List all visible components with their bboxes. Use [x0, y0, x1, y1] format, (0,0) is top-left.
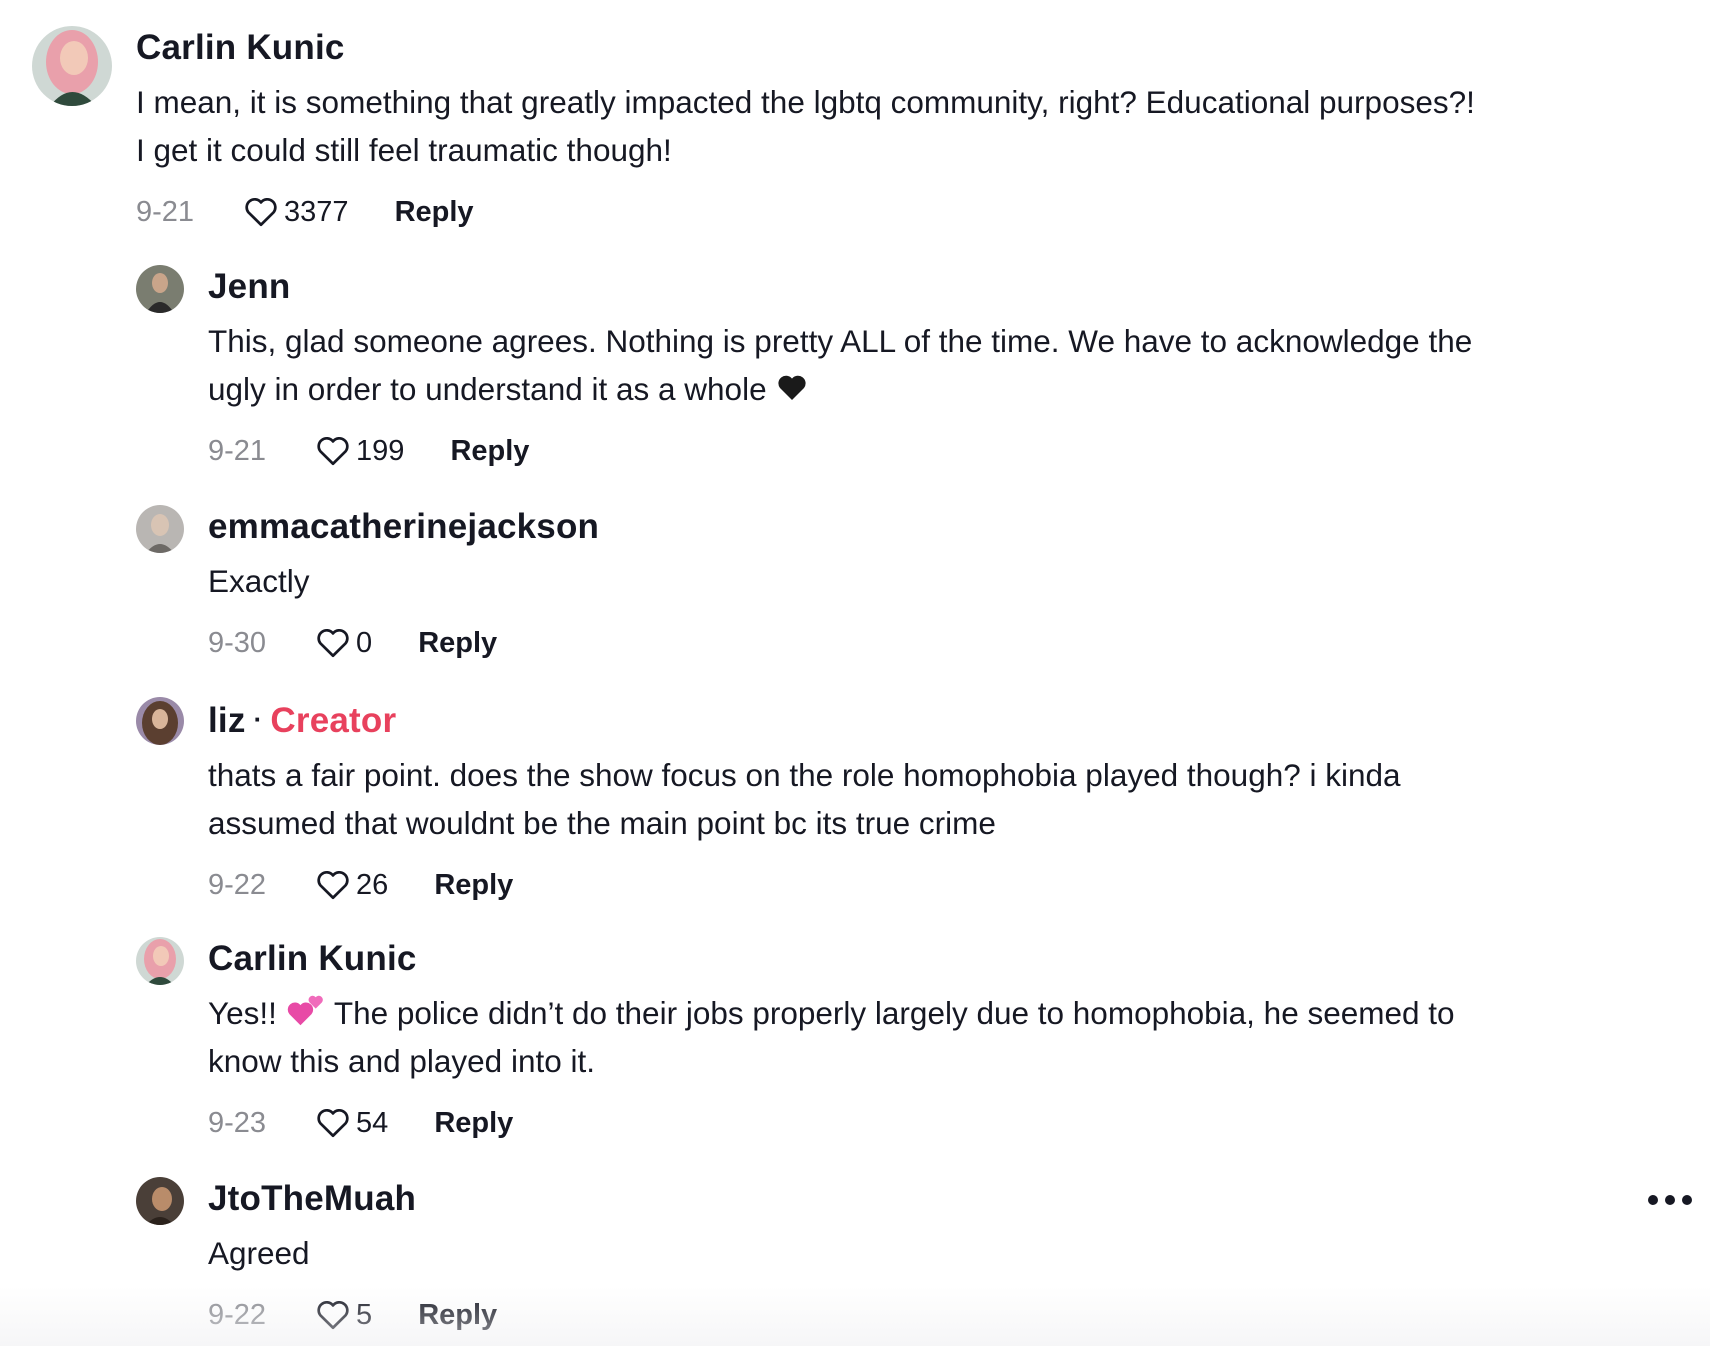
reply-button[interactable]: Reply	[450, 435, 529, 468]
reply-button[interactable]: Reply	[418, 1299, 497, 1332]
like-button[interactable]: 54	[314, 1105, 388, 1141]
like-button[interactable]: 26	[314, 867, 388, 903]
reply-text: Yes!! The police didn’t do their jobs pr…	[208, 989, 1455, 1085]
black-heart-emoji-icon	[778, 375, 806, 400]
reply-author[interactable]: JtoTheMuah	[208, 1177, 497, 1221]
like-count: 54	[356, 1106, 389, 1139]
creator-badge: Creator	[270, 701, 397, 740]
avatar[interactable]	[136, 697, 184, 745]
reply-date: 9-22	[208, 868, 267, 901]
avatar-image-icon	[136, 697, 184, 745]
reply-text: Exactly	[208, 557, 599, 605]
like-count: 3377	[284, 195, 349, 228]
reply-text-line: ugly in order to understand it as a whol…	[208, 365, 1472, 413]
reply-date: 9-23	[208, 1106, 267, 1139]
dot	[1648, 1195, 1658, 1205]
avatar[interactable]	[136, 265, 184, 313]
reply-meta: 9-21 199 Reply	[208, 431, 1472, 471]
like-button[interactable]: 0	[314, 625, 372, 661]
avatar-image-icon	[136, 265, 184, 313]
reply-author-row: liz · Creator	[208, 697, 1401, 743]
reply-text-span: Yes!!	[208, 995, 277, 1031]
reply-text-line: thats a fair point. does the show focus …	[208, 757, 1401, 793]
comment-date: 9-21	[136, 195, 195, 228]
dot	[1665, 1195, 1675, 1205]
reply-text-line: Exactly	[208, 563, 310, 599]
like-button[interactable]: 199	[314, 433, 404, 469]
reply-text-line: assumed that wouldnt be the main point b…	[208, 805, 996, 841]
avatar-image-icon	[136, 505, 184, 553]
reply-author[interactable]: Carlin Kunic	[208, 937, 1455, 981]
comment-content: Carlin Kunic I mean, it is something tha…	[136, 26, 1475, 232]
reply-text-line: This, glad someone agrees. Nothing is pr…	[208, 323, 1473, 359]
reply-author[interactable]: liz	[208, 701, 246, 740]
reply-text: thats a fair point. does the show focus …	[208, 751, 1401, 847]
reply-button[interactable]: Reply	[418, 627, 497, 660]
reply-date: 9-21	[208, 434, 267, 467]
reply-text-span: ugly in order to understand it as a whol…	[208, 371, 767, 407]
like-button[interactable]: 5	[314, 1297, 372, 1333]
like-count: 199	[356, 434, 405, 467]
reply-meta: 9-22 26 Reply	[208, 865, 1401, 905]
avatar[interactable]	[136, 937, 184, 985]
comment-text-line: I mean, it is something that greatly imp…	[136, 84, 1475, 120]
avatar[interactable]	[136, 1177, 184, 1225]
avatar-image-icon	[136, 937, 184, 985]
like-count: 26	[356, 868, 389, 901]
comment-text: I mean, it is something that greatly imp…	[136, 78, 1475, 174]
like-count: 5	[356, 1298, 373, 1331]
reply-text: Agreed	[208, 1229, 497, 1277]
reply-button[interactable]: Reply	[395, 196, 474, 229]
avatar-image-icon	[136, 1177, 184, 1225]
comment-meta: 9-21 3377 Reply	[136, 192, 1475, 232]
like-button[interactable]: 3377	[242, 194, 349, 230]
reply-meta: 9-30 0 Reply	[208, 623, 599, 663]
reply-meta: 9-22 5 Reply	[208, 1295, 497, 1335]
comment-text-line: I get it could still feel traumatic thou…	[136, 132, 672, 168]
two-hearts-emoji-icon	[287, 995, 323, 1026]
reply-content: liz · Creator thats a fair point. does the…	[208, 697, 1401, 905]
reply-text-line: Yes!! The police didn’t do their jobs pr…	[208, 989, 1455, 1037]
reply-meta: 9-23 54 Reply	[208, 1103, 1455, 1143]
reply-text-line: know this and played into it.	[208, 1043, 595, 1079]
heart-outline-icon	[317, 1301, 349, 1330]
avatar-image-icon	[32, 26, 112, 106]
heart-outline-icon	[317, 437, 349, 466]
avatar[interactable]	[32, 26, 112, 106]
reply-text-span: The police didn’t do their jobs properly…	[333, 995, 1455, 1031]
heart-outline-icon	[317, 629, 349, 658]
reply-content: Carlin Kunic Yes!! The police didn’t do …	[208, 937, 1455, 1143]
like-count: 0	[356, 626, 373, 659]
reply-button[interactable]: Reply	[434, 1107, 513, 1140]
badge-separator: ·	[253, 704, 263, 734]
reply-content: Jenn This, glad someone agrees. Nothing …	[208, 265, 1472, 471]
reply-content: JtoTheMuah Agreed 9-22 5 Reply	[208, 1177, 497, 1335]
heart-outline-icon	[245, 198, 277, 227]
reply-date: 9-30	[208, 626, 267, 659]
reply-author[interactable]: emmacatherinejackson	[208, 505, 599, 549]
more-options-icon[interactable]	[1648, 1192, 1692, 1208]
reply-text-line: Agreed	[208, 1235, 310, 1271]
heart-outline-icon	[317, 871, 349, 900]
reply-text: This, glad someone agrees. Nothing is pr…	[208, 317, 1472, 413]
reply-button[interactable]: Reply	[434, 869, 513, 902]
dot	[1682, 1195, 1692, 1205]
reply-content: emmacatherinejackson Exactly 9-30 0 Repl…	[208, 505, 599, 663]
reply-author[interactable]: Jenn	[208, 265, 1472, 309]
heart-outline-icon	[317, 1109, 349, 1138]
comment-author[interactable]: Carlin Kunic	[136, 26, 1475, 70]
reply-date: 9-22	[208, 1298, 267, 1331]
avatar[interactable]	[136, 505, 184, 553]
